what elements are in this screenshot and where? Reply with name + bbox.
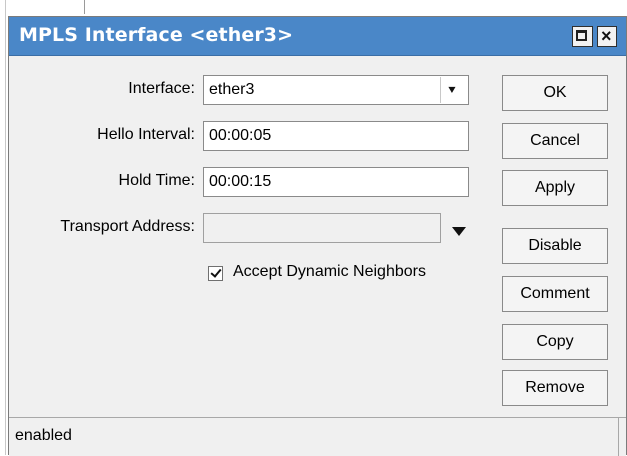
maximize-icon[interactable] — [572, 26, 593, 47]
status-text: enabled — [15, 427, 72, 444]
hello-interval-field[interactable]: 00:00:05 — [203, 121, 469, 151]
hello-interval-label: Hello Interval: — [97, 126, 195, 143]
transport-address-field[interactable] — [203, 213, 441, 243]
background-tick — [84, 0, 85, 14]
apply-button[interactable]: Apply — [502, 170, 608, 206]
copy-button[interactable]: Copy — [502, 324, 608, 360]
hello-interval-value: 00:00:05 — [209, 127, 272, 144]
accept-dynamic-neighbors-checkbox[interactable] — [208, 266, 223, 281]
close-icon[interactable]: × — [597, 26, 617, 47]
status-bar: enabled — [9, 417, 626, 456]
cancel-button[interactable]: Cancel — [502, 123, 608, 159]
accept-dynamic-neighbors-label[interactable]: Accept Dynamic Neighbors — [233, 263, 426, 281]
interface-label: Interface: — [128, 80, 195, 97]
transport-address-label: Transport Address: — [60, 218, 195, 235]
remove-button[interactable]: Remove — [502, 370, 608, 406]
hold-time-label: Hold Time: — [118, 172, 195, 189]
status-divider — [618, 418, 619, 456]
ok-button[interactable]: OK — [502, 75, 608, 111]
hold-time-value: 00:00:15 — [209, 173, 272, 190]
disable-button[interactable]: Disable — [502, 228, 608, 264]
hold-time-field[interactable]: 00:00:15 — [203, 167, 469, 197]
dropdown-icon[interactable]: ⯆ — [440, 77, 463, 103]
title-bar[interactable]: MPLS Interface <ether3> × — [9, 17, 626, 56]
interface-value: ether3 — [209, 81, 255, 98]
interface-select[interactable]: ether3 ⯆ — [203, 75, 469, 105]
window-title: MPLS Interface <ether3> — [19, 24, 294, 46]
background-divider — [5, 0, 6, 455]
mpls-interface-dialog: MPLS Interface <ether3> × Interface: eth… — [8, 16, 627, 456]
comment-button[interactable]: Comment — [502, 276, 608, 312]
chevron-down-icon[interactable] — [452, 227, 466, 236]
